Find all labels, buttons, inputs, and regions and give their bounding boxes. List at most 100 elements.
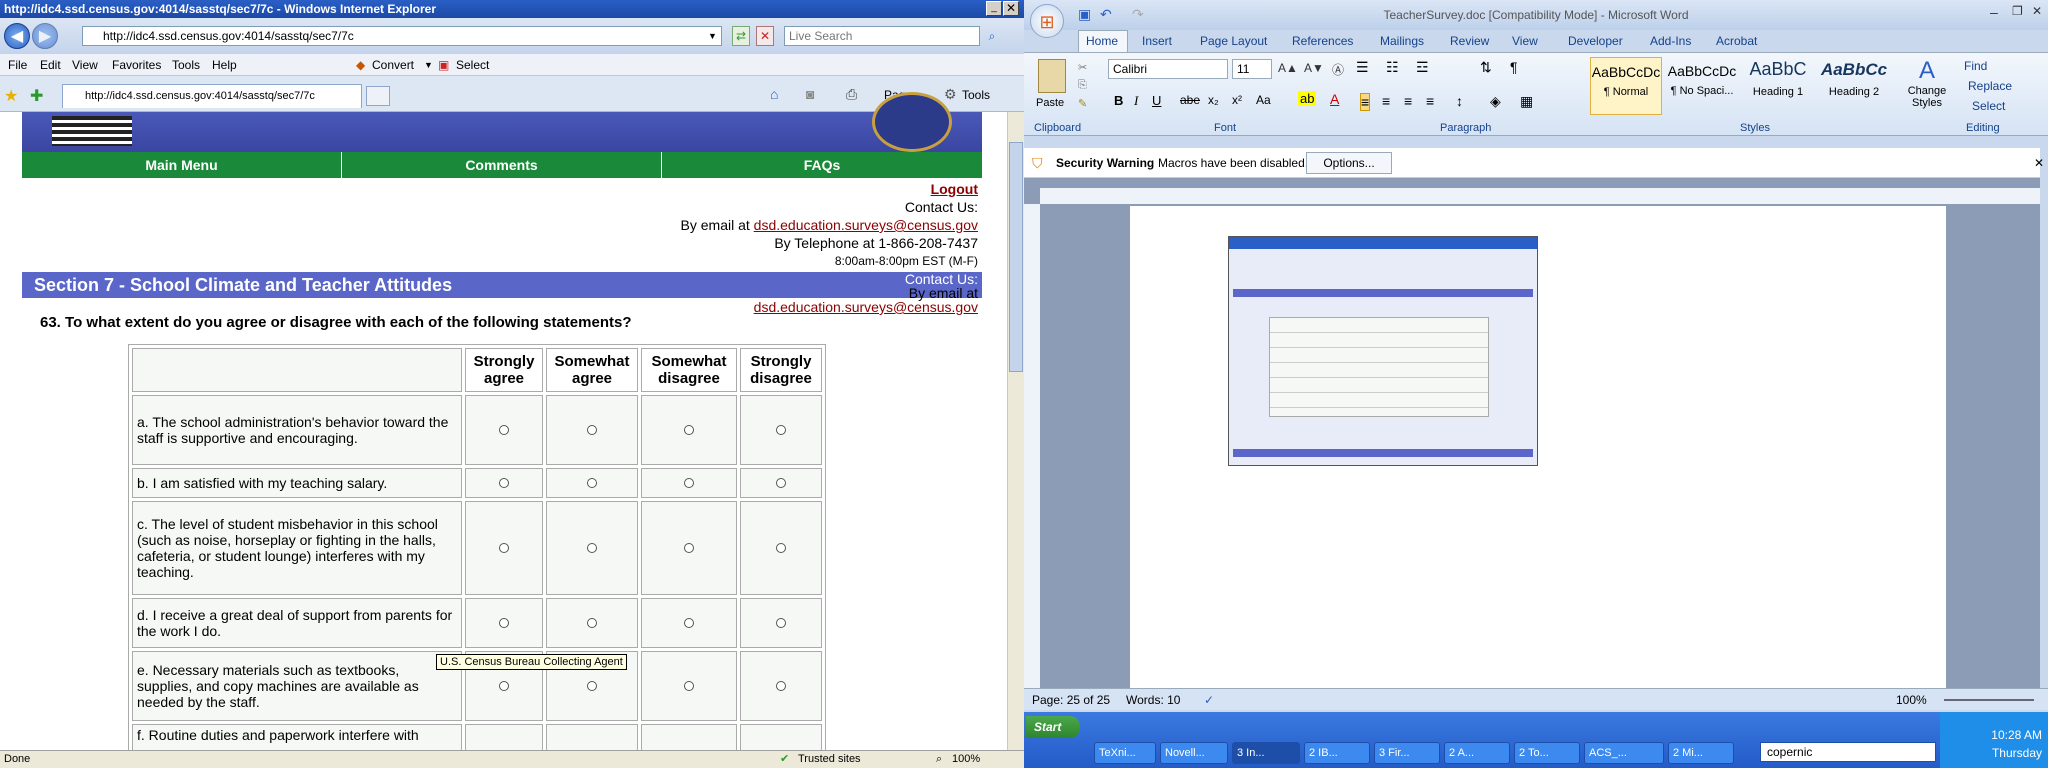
url-dropdown-icon[interactable]: ▼	[708, 27, 720, 45]
close-button[interactable]: ✕	[1003, 1, 1019, 16]
cut-icon[interactable]: ✂	[1078, 61, 1087, 74]
start-button[interactable]: Start	[1026, 716, 1080, 738]
vertical-ruler[interactable]	[1024, 204, 1040, 688]
convert-button[interactable]: Convert	[372, 58, 414, 72]
font-size-select[interactable]: 11	[1232, 59, 1272, 79]
clear-format-icon[interactable]: Ⓐ	[1332, 61, 1344, 78]
radio-b-somewhat-disagree[interactable]	[684, 478, 694, 488]
line-spacing-icon[interactable]: ↕	[1456, 93, 1463, 109]
paste-button[interactable]: Paste	[1036, 97, 1064, 109]
page-status[interactable]: Page: 25 of 25	[1032, 689, 1110, 711]
copy-icon[interactable]: ⎘	[1078, 79, 1087, 92]
radio-c-somewhat-disagree[interactable]	[684, 543, 694, 553]
style-normal[interactable]: AaBbCcDc ¶ Normal	[1590, 57, 1662, 115]
redo-icon[interactable]: ↷	[1132, 6, 1144, 23]
word-minimize-icon[interactable]: –	[1990, 4, 1998, 20]
taskbar-item-texnic[interactable]: TeXni...	[1094, 742, 1156, 764]
tab-review[interactable]: Review	[1450, 34, 1489, 48]
undo-icon[interactable]: ↶	[1100, 6, 1112, 23]
menu-tools[interactable]: Tools	[172, 58, 200, 72]
tab-references[interactable]: References	[1292, 34, 1353, 48]
print-icon[interactable]: ⎙	[846, 86, 857, 103]
numbering-icon[interactable]: ☷	[1386, 59, 1399, 76]
browser-tab[interactable]: http://idc4.ssd.census.gov:4014/sasstq/s…	[62, 84, 362, 108]
radio-d-strongly-disagree[interactable]	[776, 618, 786, 628]
select-button-word[interactable]: Select	[1972, 99, 2005, 113]
radio-e-somewhat-agree[interactable]	[587, 681, 597, 691]
taskbar-item-acrobat[interactable]: 2 A...	[1444, 742, 1510, 764]
email-link-2[interactable]: dsd.education.surveys@census.gov	[754, 299, 978, 315]
email-link[interactable]: dsd.education.surveys@census.gov	[754, 217, 978, 233]
style-heading2[interactable]: AaBbCc Heading 2	[1818, 57, 1890, 115]
radio-d-somewhat-agree[interactable]	[587, 618, 597, 628]
word-restore-icon[interactable]: ❐	[2012, 4, 2023, 18]
minimize-button[interactable]: _	[986, 1, 1002, 16]
words-status[interactable]: Words: 10	[1126, 689, 1180, 711]
horizontal-ruler[interactable]	[1040, 188, 2040, 204]
pasted-screenshot-image[interactable]	[1228, 236, 1538, 466]
logout-link[interactable]: Logout	[931, 181, 978, 197]
radio-d-somewhat-disagree[interactable]	[684, 618, 694, 628]
find-button[interactable]: Find	[1964, 59, 1987, 73]
clipboard-paste-icon[interactable]	[1038, 59, 1066, 93]
change-styles-button[interactable]: A Change Styles	[1904, 57, 1950, 117]
stop-icon[interactable]: ✕	[756, 26, 774, 46]
url-input[interactable]: http://idc4.ssd.census.gov:4014/sasstq/s…	[82, 26, 722, 46]
radio-c-strongly-disagree[interactable]	[776, 543, 786, 553]
style-heading1[interactable]: AaBbC Heading 1	[1742, 57, 1814, 115]
shading-icon[interactable]: ◈	[1490, 93, 1501, 110]
style-no-spacing[interactable]: AaBbCcDc ¶ No Spaci...	[1666, 57, 1738, 115]
change-case-icon[interactable]: Aa	[1256, 93, 1271, 107]
taskbar-item-novell[interactable]: Novell...	[1160, 742, 1228, 764]
back-icon[interactable]: ◀	[4, 23, 30, 49]
multilevel-icon[interactable]: ☲	[1416, 59, 1429, 76]
nav-faqs[interactable]: FAQs	[662, 152, 982, 178]
word-close-icon[interactable]: ✕	[2032, 4, 2042, 18]
forward-icon[interactable]: ▶	[32, 23, 58, 49]
justify-icon[interactable]: ≡	[1426, 93, 1434, 109]
save-icon[interactable]: ▣	[1078, 6, 1091, 23]
radio-e-strongly-disagree[interactable]	[776, 681, 786, 691]
taskbar-item-ib[interactable]: 2 IB...	[1304, 742, 1370, 764]
align-right-icon[interactable]: ≡	[1404, 93, 1412, 109]
radio-e-somewhat-disagree[interactable]	[684, 681, 694, 691]
menu-help[interactable]: Help	[212, 58, 237, 72]
tab-page-layout[interactable]: Page Layout	[1200, 34, 1267, 48]
strikethrough-icon[interactable]: abe	[1180, 93, 1200, 107]
tab-acrobat[interactable]: Acrobat	[1716, 34, 1757, 48]
radio-e-strongly-agree[interactable]	[499, 681, 509, 691]
taskbar-item-firefox[interactable]: 3 Fir...	[1374, 742, 1440, 764]
options-button[interactable]: Options...	[1306, 152, 1392, 174]
radio-b-somewhat-agree[interactable]	[587, 478, 597, 488]
favorites-star-icon[interactable]: ★	[4, 86, 18, 106]
convert-dropdown-icon[interactable]: ▼	[424, 60, 433, 70]
tab-insert[interactable]: Insert	[1142, 34, 1172, 48]
bold-icon[interactable]: B	[1114, 93, 1123, 108]
radio-a-somewhat-agree[interactable]	[587, 425, 597, 435]
sort-icon[interactable]: ⇅	[1480, 59, 1492, 76]
menu-favorites[interactable]: Favorites	[112, 58, 161, 72]
nav-main-menu[interactable]: Main Menu	[22, 152, 342, 178]
radio-a-strongly-agree[interactable]	[499, 425, 509, 435]
scroll-thumb[interactable]	[1009, 142, 1023, 372]
format-painter-icon[interactable]: ✎	[1078, 97, 1087, 110]
radio-b-strongly-agree[interactable]	[499, 478, 509, 488]
radio-a-strongly-disagree[interactable]	[776, 425, 786, 435]
add-favorites-icon[interactable]: ✚	[30, 86, 43, 106]
radio-c-somewhat-agree[interactable]	[587, 543, 597, 553]
highlight-icon[interactable]: ab	[1298, 91, 1317, 106]
tab-add-ins[interactable]: Add-Ins	[1650, 34, 1691, 48]
taskbar-item-ie[interactable]: 3 In...	[1232, 742, 1300, 764]
taskbar-item-word[interactable]: 2 Mi...	[1668, 742, 1734, 764]
underline-icon[interactable]: U	[1152, 93, 1161, 108]
new-tab-button[interactable]	[366, 86, 390, 106]
borders-icon[interactable]: ▦	[1520, 93, 1533, 110]
tab-developer[interactable]: Developer	[1568, 34, 1623, 48]
word-zoom-level[interactable]: 100%	[1896, 689, 1927, 711]
proofing-icon[interactable]: ✓	[1204, 689, 1214, 711]
radio-b-strongly-disagree[interactable]	[776, 478, 786, 488]
font-color-icon[interactable]: A	[1330, 91, 1339, 107]
grow-font-icon[interactable]: A▲	[1278, 61, 1298, 75]
menu-view[interactable]: View	[72, 58, 98, 72]
italic-icon[interactable]: I	[1134, 93, 1138, 109]
